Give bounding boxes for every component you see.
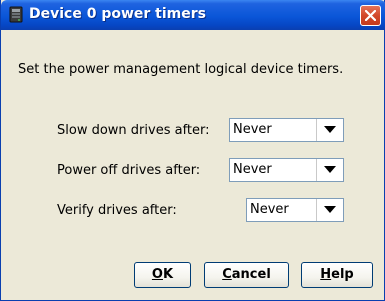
slow-down-select[interactable]: Never: [229, 118, 344, 142]
device-icon: [8, 6, 24, 23]
verify-dropdown-button[interactable]: [316, 199, 343, 221]
slow-down-dropdown-button[interactable]: [316, 119, 343, 141]
slow-down-value: Never: [233, 122, 272, 137]
verify-value: Never: [250, 202, 289, 217]
help-button[interactable]: Help: [301, 262, 373, 288]
help-mnemonic: H: [320, 267, 332, 282]
title-bar[interactable]: Device 0 power timers: [1, 0, 385, 30]
ok-button[interactable]: OK: [134, 262, 191, 288]
power-timers-dialog: Device 0 power timers Set the power mana…: [0, 0, 385, 301]
slow-down-label: Slow down drives after:: [57, 123, 210, 138]
power-off-label: Power off drives after:: [57, 163, 201, 178]
chevron-down-icon: [324, 166, 336, 173]
cancel-mnemonic: C: [222, 267, 232, 282]
ok-label-rest: K: [162, 267, 174, 282]
help-label-rest: elp: [331, 267, 354, 282]
dialog-description: Set the power management logical device …: [18, 62, 344, 77]
power-off-dropdown-button[interactable]: [316, 159, 343, 181]
power-off-select[interactable]: Never: [229, 158, 344, 182]
verify-label: Verify drives after:: [57, 203, 177, 218]
cancel-label-rest: ancel: [231, 267, 271, 282]
window-title: Device 0 power timers: [29, 6, 206, 22]
ok-mnemonic: O: [151, 267, 163, 282]
chevron-down-icon: [324, 206, 336, 213]
chevron-down-icon: [324, 126, 336, 133]
verify-select[interactable]: Never: [246, 198, 344, 222]
close-button[interactable]: [360, 5, 381, 26]
cancel-button[interactable]: Cancel: [204, 262, 289, 288]
power-off-value: Never: [233, 162, 272, 177]
close-icon: [365, 10, 376, 21]
